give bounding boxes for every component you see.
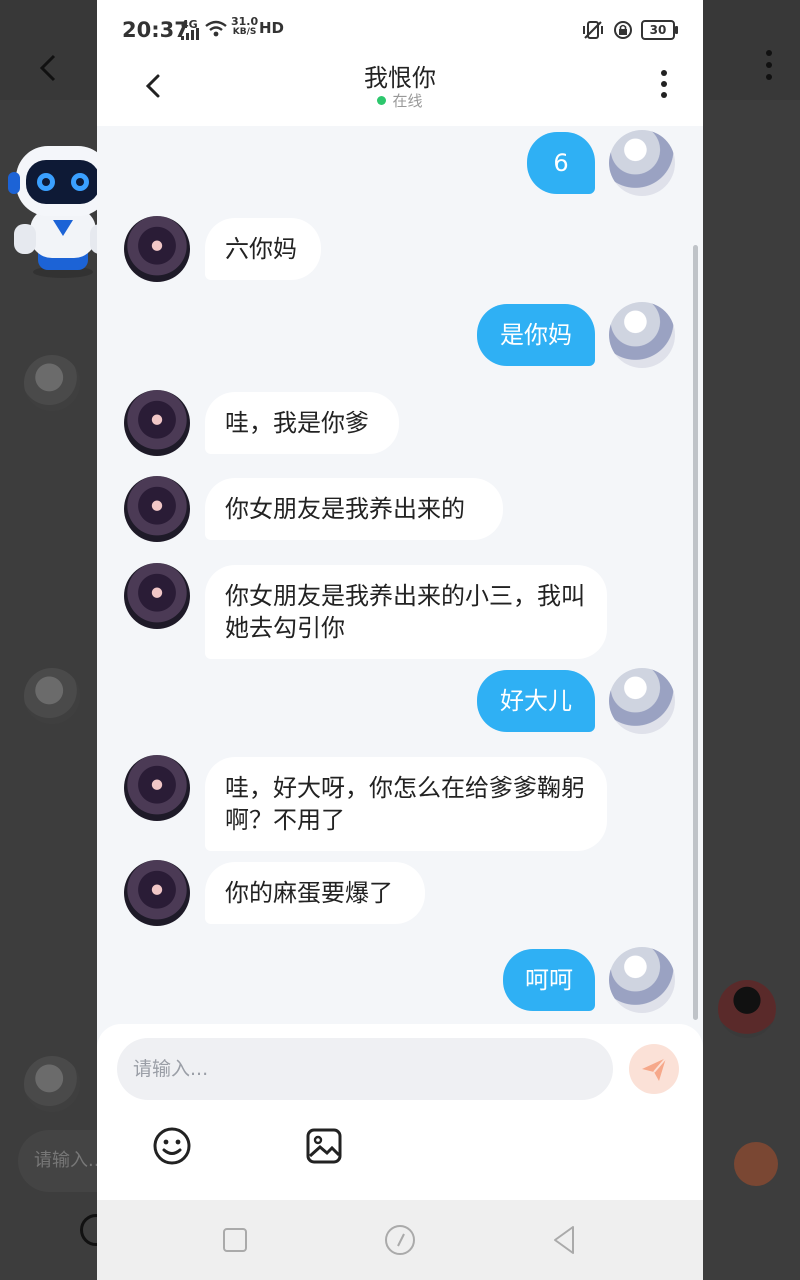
my-avatar[interactable] <box>609 130 675 196</box>
composer <box>97 1024 703 1200</box>
contact-avatar[interactable] <box>124 860 190 926</box>
my-avatar[interactable] <box>609 668 675 734</box>
recent-apps-button[interactable] <box>217 1222 253 1258</box>
home-icon <box>385 1225 415 1255</box>
background-avatar <box>24 668 80 724</box>
network-speed: 31.0 KB/S <box>231 15 259 37</box>
contact-avatar[interactable] <box>124 216 190 282</box>
home-button[interactable] <box>382 1222 418 1258</box>
received-message-bubble[interactable]: 六你妈 <box>205 218 321 280</box>
message-row: 是你妈 <box>97 302 703 370</box>
emoji-icon <box>153 1127 191 1165</box>
sent-message-bubble[interactable]: 好大儿 <box>477 670 595 732</box>
hd-badge: HD <box>259 19 285 37</box>
image-icon <box>306 1128 342 1164</box>
my-avatar[interactable] <box>609 947 675 1013</box>
background-back-icon <box>36 52 62 92</box>
wifi-icon <box>205 20 227 37</box>
received-message-bubble[interactable]: 你女朋友是我养出来的 <box>205 478 503 540</box>
message-row: 六你妈 <box>97 216 703 284</box>
received-message-bubble[interactable]: 哇，好大呀，你怎么在给爹爹鞠躬啊？不用了 <box>205 757 607 851</box>
message-row: 你女朋友是我养出来的 <box>97 476 703 544</box>
message-input[interactable] <box>117 1038 613 1100</box>
background-avatar <box>718 980 776 1038</box>
send-button[interactable] <box>629 1044 679 1094</box>
send-icon <box>642 1057 667 1081</box>
chat-header: 我恨你 在线 <box>97 58 703 126</box>
received-message-bubble[interactable]: 你女朋友是我养出来的小三，我叫她去勾引你 <box>205 565 607 659</box>
sent-message-bubble[interactable]: 是你妈 <box>477 304 595 366</box>
chat-screen: 20:37 4G 31.0 KB/S HD 30 我恨你 在线 6 六你妈 是你… <box>97 0 703 1280</box>
nav-back-icon <box>554 1226 574 1254</box>
lock-rotation-icon <box>614 21 632 39</box>
background-more-icon <box>766 50 774 86</box>
message-row: 哇，我是你爹 <box>97 390 703 458</box>
contact-avatar[interactable] <box>124 390 190 456</box>
contact-avatar[interactable] <box>124 755 190 821</box>
background-send-icon <box>734 1142 778 1186</box>
received-message-bubble[interactable]: 哇，我是你爹 <box>205 392 399 454</box>
sent-message-bubble[interactable]: 6 <box>527 132 595 194</box>
status-time: 20:37 <box>122 18 189 42</box>
message-row: 你的麻蛋要爆了 <box>97 860 703 928</box>
more-menu-button[interactable] <box>659 70 669 106</box>
message-list[interactable]: 6 六你妈是你妈哇，我是你爹你女朋友是我养出来的你女朋友是我养出来的小三，我叫她去… <box>97 126 703 1024</box>
chat-title: 我恨你 <box>364 64 436 92</box>
background-avatar <box>24 1056 80 1112</box>
system-nav-bar <box>97 1200 703 1280</box>
background-avatar <box>24 355 80 411</box>
image-button[interactable] <box>304 1126 344 1166</box>
my-avatar[interactable] <box>609 302 675 368</box>
message-row: 哇，好大呀，你怎么在给爹爹鞠躬啊？不用了 <box>97 755 703 851</box>
message-row: 好大儿 <box>97 668 703 736</box>
message-row: 你女朋友是我养出来的小三，我叫她去勾引你 <box>97 563 703 659</box>
signal-icon <box>181 28 199 40</box>
sent-message-bubble[interactable]: 呵呵 <box>503 949 595 1011</box>
message-scrollbar[interactable] <box>693 245 698 1020</box>
message-row: 6 <box>97 130 703 198</box>
status-right-group: 30 <box>581 20 678 40</box>
battery-icon: 30 <box>641 20 678 40</box>
contact-avatar[interactable] <box>124 563 190 629</box>
contact-avatar[interactable] <box>124 476 190 542</box>
message-row: 呵呵 <box>97 947 703 1015</box>
recent-apps-icon <box>223 1228 247 1252</box>
status-bar: 20:37 4G 31.0 KB/S HD 30 <box>97 0 703 58</box>
nav-back-button[interactable] <box>547 1222 583 1258</box>
vibrate-icon <box>583 21 603 39</box>
online-dot-icon <box>377 96 387 105</box>
emoji-button[interactable] <box>152 1126 192 1166</box>
received-message-bubble[interactable]: 你的麻蛋要爆了 <box>205 862 425 924</box>
online-status: 在线 <box>97 90 703 111</box>
